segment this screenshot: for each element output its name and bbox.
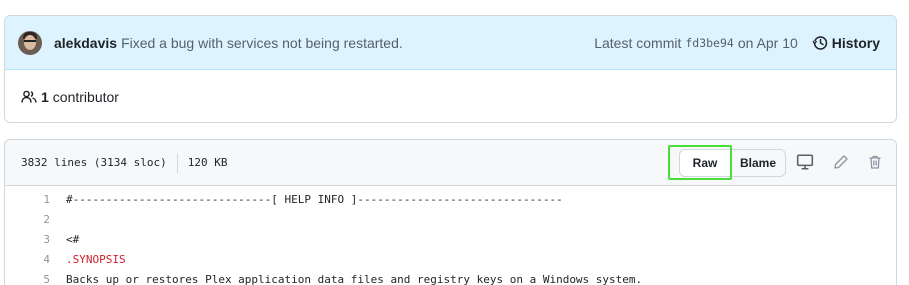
line-content: .SYNOPSIS (66, 252, 126, 266)
contributors-row[interactable]: 1 contributor (5, 70, 896, 122)
file-header: 3832 lines (3134 sloc) 120 KB Raw Blame (5, 140, 896, 186)
pencil-icon[interactable] (831, 152, 851, 172)
code-line: 3 <# (5, 229, 896, 249)
contributor-count: 1 (41, 88, 49, 105)
code-line: 2 (5, 209, 896, 229)
history-link[interactable]: History (812, 35, 880, 51)
line-content: #------------------------------[ HELP IN… (66, 192, 563, 206)
line-number[interactable]: 5 (5, 273, 50, 285)
history-label: History (831, 34, 880, 51)
line-number[interactable]: 1 (5, 193, 50, 206)
people-icon (21, 90, 37, 103)
code-line: 5 Backs up or restores Plex application … (5, 269, 896, 285)
header-divider (176, 152, 178, 173)
commit-sha-link[interactable]: fd3be94 (685, 36, 733, 50)
commit-box: alekdavis Fixed a bug with services not … (4, 15, 897, 123)
line-number[interactable]: 4 (5, 253, 50, 266)
line-number[interactable]: 3 (5, 233, 50, 246)
file-viewer: 3832 lines (3134 sloc) 120 KB Raw Blame … (4, 139, 897, 285)
avatar[interactable] (18, 30, 42, 55)
raw-button[interactable]: Raw (679, 149, 731, 177)
file-size: 120 KB (187, 156, 228, 169)
desktop-icon[interactable] (795, 152, 815, 172)
line-number[interactable]: 2 (5, 213, 50, 226)
latest-commit-label: Latest commit (594, 34, 682, 51)
line-content: <# (66, 232, 80, 246)
line-content: Backs up or restores Plex application da… (66, 272, 643, 285)
commit-author-link[interactable]: alekdavis (54, 35, 117, 51)
commit-date: on Apr 10 (737, 34, 798, 51)
raw-blame-group: Raw Blame (679, 149, 786, 177)
latest-commit-bar: alekdavis Fixed a bug with services not … (5, 16, 896, 70)
file-line-count: 3832 lines (3134 sloc) (21, 156, 167, 169)
code-line: 4 .SYNOPSIS (5, 249, 896, 269)
history-icon (812, 35, 828, 50)
code-view[interactable]: 1 #------------------------------[ HELP … (5, 186, 896, 285)
trash-icon[interactable] (865, 152, 885, 172)
code-line: 1 #------------------------------[ HELP … (5, 189, 896, 209)
commit-message-link[interactable]: Fixed a bug with services not being rest… (121, 35, 403, 51)
contributor-label: contributor (52, 88, 119, 105)
blame-button[interactable]: Blame (730, 149, 786, 177)
